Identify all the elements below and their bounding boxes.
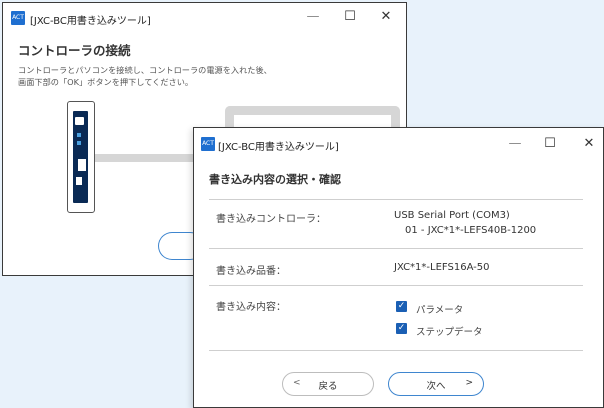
page-title: 書き込み内容の選択・確認 [209,173,341,186]
instruction-line: コントローラとパソコンを接続し、コントローラの電源を入れた後、 [18,65,272,75]
content-label: 書き込み内容： [216,302,286,313]
step-data-checkbox-label: ステップデータ [416,327,483,338]
maximize-button[interactable]: ☐ [335,6,365,28]
divider [209,285,583,286]
instruction-line: 画面下部の「OK」ボタンを押下してください。 [18,77,194,87]
window-title: [JXC-BC用書き込みツール] [218,142,339,153]
product-label: 書き込み品番： [216,266,286,277]
controller-model-value: 01 - JXC*1*-LEFS40B-1200 [405,225,537,236]
back-button[interactable]: < 戻る [282,372,374,396]
close-button[interactable]: ✕ [574,133,604,155]
divider [209,248,583,249]
instructions-text: コントローラとパソコンを接続し、コントローラの電源を入れた後、 画面下部の「OK… [18,64,272,88]
product-value: JXC*1*-LEFS16A-50 [394,262,490,273]
controller-illustration [67,101,95,213]
controller-label: 書き込みコントローラ： [216,214,326,225]
minimize-button[interactable]: — [500,133,530,155]
chevron-right-icon: > [465,378,473,388]
app-icon: ACT [201,137,215,151]
parameter-checkbox-label: パラメータ [416,305,464,316]
step-data-checkbox[interactable]: ✓ [396,323,407,334]
write-confirm-window: ACT [JXC-BC用書き込みツール] — ☐ ✕ 書き込み内容の選択・確認 … [193,127,604,408]
cable-illustration [95,154,207,162]
title-bar: ACT [JXC-BC用書き込みツール] — ☐ ✕ [3,3,406,33]
divider [209,199,583,200]
page-title: コントローラの接続 [18,43,131,58]
minimize-button[interactable]: — [298,6,328,28]
divider [209,350,583,351]
close-button[interactable]: ✕ [371,6,401,28]
next-button[interactable]: 次へ > [388,372,484,396]
back-button-label: 戻る [318,381,338,392]
window-title: [JXC-BC用書き込みツール] [30,16,151,27]
maximize-button[interactable]: ☐ [535,133,565,155]
app-icon: ACT [11,11,25,25]
controller-port-value: USB Serial Port (COM3) [394,210,510,221]
parameter-checkbox[interactable]: ✓ [396,301,407,312]
title-bar: ACT [JXC-BC用書き込みツール] — ☐ ✕ [194,128,603,158]
controller-body [73,111,88,203]
